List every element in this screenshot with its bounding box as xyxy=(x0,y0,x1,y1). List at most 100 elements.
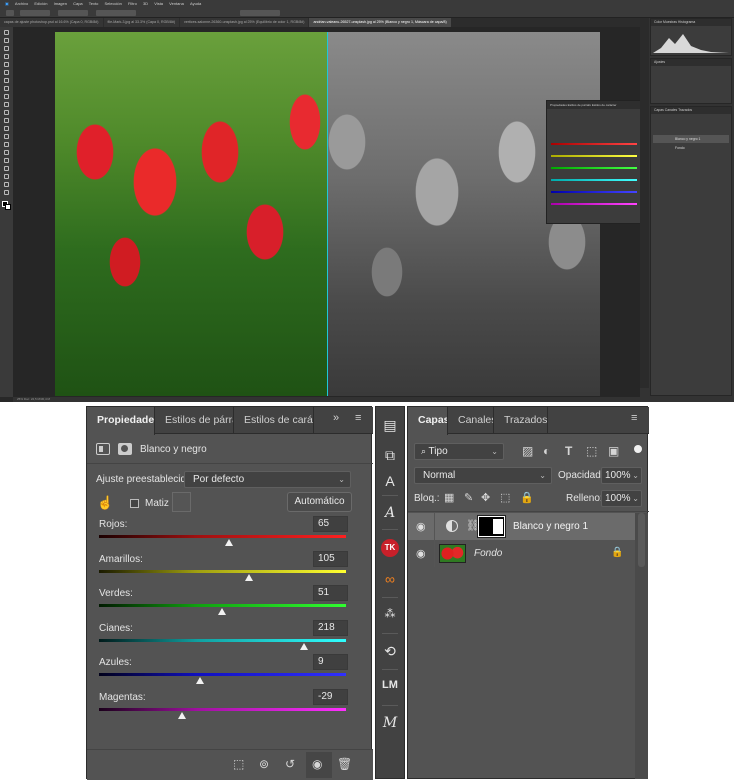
background-color-swatch[interactable] xyxy=(5,204,11,210)
filter-smart-object-icon[interactable]: ▣ xyxy=(608,444,619,458)
tab-trazados[interactable]: Trazados xyxy=(494,407,548,434)
slider-track[interactable] xyxy=(99,638,346,642)
healing-tool-icon[interactable] xyxy=(4,78,9,83)
opacity-field[interactable]: 100% ⌄ xyxy=(601,467,642,484)
m-extension-icon[interactable]: M xyxy=(376,715,404,731)
path-select-icon[interactable] xyxy=(4,158,9,163)
gradient-tool-icon[interactable] xyxy=(4,118,9,123)
stamp-tool-icon[interactable] xyxy=(4,94,9,99)
glyphs-icon[interactable]: A xyxy=(376,505,404,521)
lock-position-icon[interactable]: ✥ xyxy=(481,491,490,504)
preset-dropdown[interactable]: Por defecto ⌄ xyxy=(184,471,351,488)
filter-type-icon[interactable]: T xyxy=(565,444,572,458)
tool-preset-icon[interactable] xyxy=(6,10,14,16)
tulip-photo[interactable] xyxy=(55,32,600,396)
slider-track[interactable] xyxy=(99,673,346,676)
menu-item[interactable]: Selección xyxy=(104,0,121,8)
histogram-panel-tabs[interactable]: Color Muestras Histograma xyxy=(651,19,731,26)
filter-adjustment-icon[interactable]: ◐ xyxy=(543,444,550,458)
filter-shape-icon[interactable]: ⬚ xyxy=(586,444,597,458)
layer-visibility-eye-icon[interactable]: ◉ xyxy=(416,547,426,560)
menu-item[interactable]: Imagen xyxy=(54,0,67,8)
panel-menu-icon[interactable]: ≡ xyxy=(355,412,361,424)
slider-track[interactable] xyxy=(99,569,346,573)
blend-mode-dropdown[interactable]: Normal ⌄ xyxy=(414,467,552,484)
history-icon[interactable]: ⟲ xyxy=(376,643,404,660)
doc-tab[interactable]: capas de ajuste photoshop.psd al 16.6% (… xyxy=(0,18,103,27)
option-chip[interactable] xyxy=(58,10,88,16)
dodge-tool-icon[interactable] xyxy=(4,134,9,139)
slider-thumb[interactable] xyxy=(299,642,308,650)
layer-visibility-eye-icon[interactable]: ◉ xyxy=(416,520,426,533)
slider-value-field[interactable]: 65 xyxy=(313,516,348,532)
layer-filter-dropdown[interactable]: ⌕ Tipo ⌄ xyxy=(414,443,504,460)
properties-panel-icon[interactable]: ▤ xyxy=(376,417,404,434)
view-previous-state-icon[interactable]: ⊚ xyxy=(259,757,269,771)
menu-item[interactable]: Ayuda xyxy=(190,0,201,8)
eyedropper-tool-icon[interactable] xyxy=(4,70,9,75)
hand-tool-icon[interactable] xyxy=(4,174,9,179)
type-tool-icon[interactable] xyxy=(4,150,9,155)
slider-track[interactable] xyxy=(99,707,346,711)
auto-button[interactable]: Automático xyxy=(287,492,352,512)
zoom-tool-icon[interactable] xyxy=(4,182,9,187)
clip-to-layer-icon[interactable]: ⬚ xyxy=(233,757,244,771)
quick-select-tool-icon[interactable] xyxy=(4,54,9,59)
option-chip[interactable] xyxy=(240,10,280,16)
scrollbar-thumb[interactable] xyxy=(638,513,645,567)
menu-item[interactable]: 3D xyxy=(143,0,148,8)
option-chip[interactable] xyxy=(96,10,136,16)
marquee-tool-icon[interactable] xyxy=(4,38,9,43)
lock-transparency-icon[interactable]: ▦ xyxy=(444,491,454,504)
menu-item[interactable]: Ventana xyxy=(169,0,184,8)
panel-menu-icon[interactable]: ≡ xyxy=(631,412,637,424)
slider-track[interactable] xyxy=(99,535,346,538)
menu-item[interactable]: Filtro xyxy=(128,0,137,8)
pen-tool-icon[interactable] xyxy=(4,142,9,147)
slider-value-field[interactable]: 51 xyxy=(313,585,348,601)
layer-name[interactable]: Blanco y negro 1 xyxy=(513,521,588,532)
lm-extension-icon[interactable]: LM xyxy=(376,679,404,691)
move-tool-icon[interactable] xyxy=(4,30,9,35)
libraries-icon[interactable]: ⧉ xyxy=(376,447,404,464)
tab-propiedades[interactable]: Propiedades xyxy=(87,407,155,435)
menu-item[interactable]: Texto xyxy=(89,0,99,8)
mini-layer-row[interactable]: Fondo xyxy=(653,144,729,152)
menu-item[interactable]: Archivo xyxy=(15,0,28,8)
tab-estilos-parrafo[interactable]: Estilos de párrafo xyxy=(155,407,234,434)
lasso-tool-icon[interactable] xyxy=(4,46,9,51)
targeted-adjust-hand-icon[interactable]: ☝ xyxy=(97,495,113,511)
tk-extension-icon[interactable]: TK xyxy=(381,539,399,557)
slider-thumb[interactable] xyxy=(225,539,234,546)
tab-canales[interactable]: Canales xyxy=(448,407,494,434)
tint-checkbox[interactable] xyxy=(130,499,139,508)
eraser-tool-icon[interactable] xyxy=(4,110,9,115)
guide-line[interactable] xyxy=(327,32,328,396)
slider-value-field[interactable]: 218 xyxy=(313,619,348,636)
layer-name[interactable]: Fondo xyxy=(474,548,502,559)
layer-row-background[interactable]: ◉ Fondo 🔒 xyxy=(408,540,635,567)
menu-item[interactable]: Capa xyxy=(73,0,83,8)
menu-item[interactable]: Edición xyxy=(34,0,47,8)
tab-estilos-caracter[interactable]: Estilos de carácter xyxy=(234,407,314,434)
doc-tab-active[interactable]: andrian-valeanu-26527-unsplash.jpg al 25… xyxy=(309,18,451,27)
fill-field[interactable]: 100% ⌄ xyxy=(601,490,642,507)
lock-artboard-icon[interactable]: ⬚ xyxy=(500,491,510,504)
trash-icon[interactable]: 🗑 xyxy=(337,757,352,771)
slider-thumb[interactable] xyxy=(178,711,187,719)
lock-all-icon[interactable]: 🔒 xyxy=(520,491,534,504)
doc-tab[interactable]: vertices-salonne-26360-unsplash.jpg al 2… xyxy=(180,18,309,27)
shape-tool-icon[interactable] xyxy=(4,166,9,171)
character-panel-icon[interactable]: A xyxy=(376,473,404,489)
visibility-eye-icon[interactable]: ◉ xyxy=(312,757,322,771)
scrollbar[interactable] xyxy=(635,513,648,779)
filter-pixel-icon[interactable]: ▨ xyxy=(522,444,533,458)
menu-item[interactable]: Vista xyxy=(154,0,163,8)
filter-toggle-icon[interactable] xyxy=(634,445,642,453)
expand-panel-icon[interactable]: » xyxy=(333,412,339,424)
crop-tool-icon[interactable] xyxy=(4,62,9,67)
stars-extension-icon[interactable]: ⁂ xyxy=(376,607,404,620)
option-chip[interactable] xyxy=(20,10,50,16)
lock-pixels-icon[interactable]: ✎ xyxy=(464,491,473,504)
layer-row-adjustment[interactable]: ◉ ⛓ Blanco y negro 1 xyxy=(408,513,635,540)
